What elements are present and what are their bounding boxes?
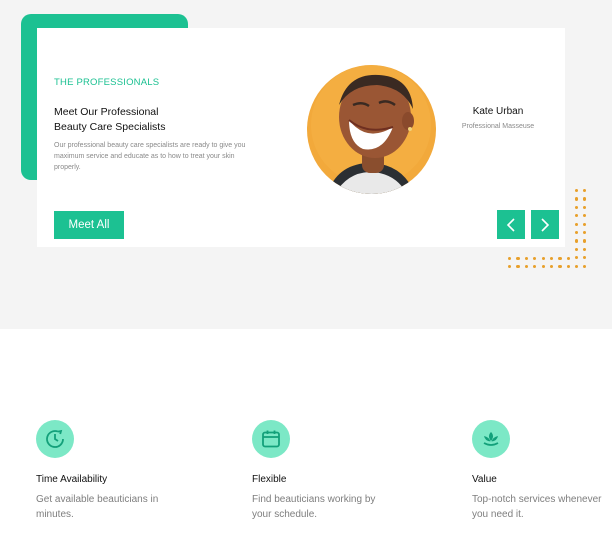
section-eyebrow: THE PROFESSIONALS (54, 77, 160, 88)
decorative-dot (524, 257, 528, 261)
feature-description: Top-notch services whenever you need it. (472, 494, 602, 520)
decorative-dot (533, 257, 537, 261)
section-title-line-2: Beauty Care Specialists (54, 121, 166, 133)
section-title-line-1: Meet Our Professional (54, 106, 159, 118)
section-title: Meet Our Professional Beauty Care Specia… (54, 105, 254, 135)
decorative-dot (583, 205, 587, 209)
calendar-icon (262, 430, 280, 448)
decorative-dot (575, 205, 579, 209)
decorative-dot (524, 265, 528, 269)
feature-icon-badge (36, 420, 74, 458)
meet-all-button[interactable]: Meet All (54, 211, 124, 239)
decorative-dot (575, 222, 579, 226)
feature-title: Flexible (252, 474, 287, 485)
professionals-card: THE PROFESSIONALS Meet Our Professional … (37, 28, 565, 247)
chevron-right-icon (541, 217, 550, 232)
decorative-dot (583, 189, 587, 193)
clock-icon (46, 429, 64, 448)
feature-title: Value (472, 474, 497, 485)
leaf-icon (483, 432, 499, 446)
decorative-dot (550, 257, 554, 261)
chevron-left-icon (506, 217, 515, 232)
feature-value: Value Top-notch services whenever you ne… (472, 420, 612, 522)
decorative-dot (575, 189, 579, 193)
decorative-dot (583, 197, 587, 201)
decorative-dot (516, 257, 520, 261)
feature-time-availability: Time Availability Get available beautici… (36, 420, 196, 522)
specialist-role: Professional Masseuse (461, 123, 535, 130)
decorative-dot (575, 197, 579, 201)
previous-button[interactable] (497, 210, 525, 239)
decorative-dot (533, 265, 537, 269)
decorative-dot (583, 239, 587, 243)
decorative-dot (583, 222, 587, 226)
decorative-dot (583, 256, 587, 260)
section-description: Our professional beauty care specialists… (54, 142, 246, 171)
decorative-dot (583, 214, 587, 218)
next-button[interactable] (531, 210, 559, 239)
decorative-dot (558, 265, 562, 269)
decorative-dot (583, 231, 587, 235)
decorative-dot (541, 257, 545, 261)
feature-title: Time Availability (36, 474, 108, 485)
decorative-dot (575, 239, 579, 243)
decorative-dot (575, 214, 579, 218)
decorative-dot (583, 264, 587, 268)
feature-description: Get available beauticians in minutes. (36, 494, 159, 520)
decorative-dot (575, 247, 579, 251)
decorative-dot (516, 265, 520, 269)
decorative-dot (575, 256, 579, 260)
decorative-dot (558, 257, 562, 261)
decorative-dot (566, 257, 570, 261)
decorative-dot (575, 264, 579, 268)
decorative-dot (566, 265, 570, 269)
specialist-portrait (307, 65, 436, 194)
specialist-name: Kate Urban (472, 106, 524, 117)
decorative-dot (508, 257, 512, 261)
feature-icon-badge (472, 420, 510, 458)
feature-flexible: Flexible Find beauticians working by you… (252, 420, 412, 522)
decorative-dot (541, 265, 545, 269)
feature-icon-badge (252, 420, 290, 458)
professionals-section: THE PROFESSIONALS Meet Our Professional … (0, 0, 612, 329)
decorative-dot (550, 265, 554, 269)
decorative-dot (583, 247, 587, 251)
decorative-dot (575, 231, 579, 235)
decorative-dot (508, 265, 512, 269)
feature-description: Find beauticians working by your schedul… (252, 494, 376, 520)
avatar (307, 65, 436, 194)
